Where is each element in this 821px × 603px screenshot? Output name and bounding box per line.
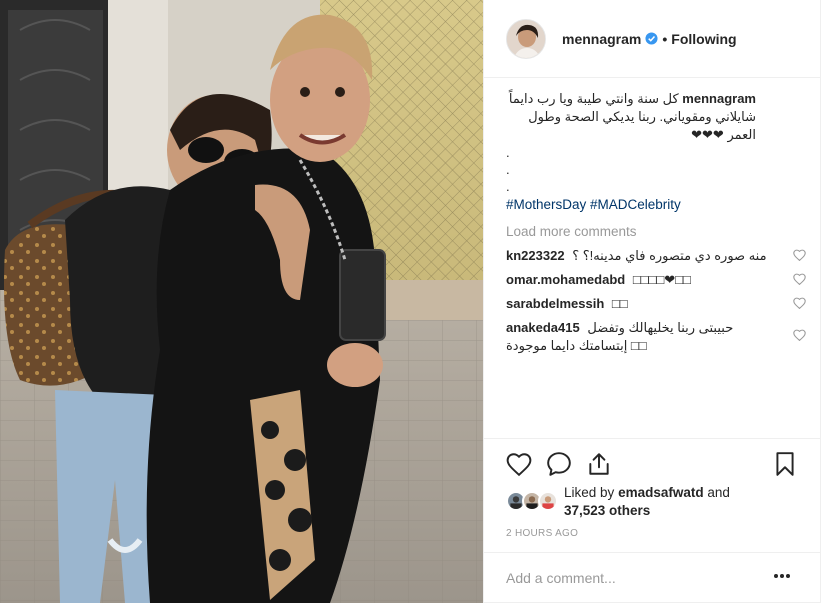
add-comment-input[interactable] [506, 570, 756, 586]
liked-by-others[interactable]: 37,523 others [564, 503, 650, 518]
comment-text: □□ [611, 296, 628, 311]
instagram-post: mennagram • Following mennagram كل سنة و… [0, 0, 821, 603]
caption-text-block: mennagram كل سنة وانتي طيبة ويا رب دايما… [506, 90, 756, 144]
post-timestamp[interactable]: 2 HOURS AGO [506, 528, 578, 539]
bookmark-icon[interactable] [772, 451, 798, 477]
comment-username[interactable]: omar.mohamedabd [506, 272, 625, 287]
header-username[interactable]: mennagram [562, 31, 641, 47]
caption-dot-1: . [506, 145, 510, 160]
caption-dot-3: . [506, 179, 510, 194]
caption-username[interactable]: mennagram [682, 91, 756, 106]
following-button[interactable]: Following [671, 31, 736, 47]
caption-hearts: ❤❤❤ [691, 127, 724, 142]
liker-avatar-3[interactable] [538, 491, 558, 511]
comment-username[interactable]: kn223322 [506, 248, 565, 263]
photo-illustration [0, 0, 483, 603]
liked-by-username[interactable]: emadsafwatd [618, 485, 704, 500]
comment-bubble-icon[interactable] [546, 451, 572, 477]
verified-badge-icon [645, 32, 658, 45]
liked-avatars [506, 491, 560, 513]
avatar[interactable] [506, 18, 546, 59]
post-photo[interactable] [0, 0, 483, 603]
comment-text-block: omar.mohamedabd □□□□❤□□ [506, 271, 776, 289]
share-icon[interactable] [586, 451, 612, 477]
heart-outline-icon[interactable] [506, 451, 532, 477]
comment-row: kn223322 منه صوره دي متصوره فاي مدينه!؟ … [506, 247, 806, 265]
post-side-panel: mennagram • Following mennagram كل سنة و… [483, 0, 821, 603]
add-comment-bar [484, 552, 821, 603]
comment-text-block: kn223322 منه صوره دي متصوره فاي مدينه!؟ … [506, 247, 776, 265]
caption: mennagram كل سنة وانتي طيبة ويا رب دايما… [506, 90, 806, 215]
comment-row: sarabdelmessih □□ [506, 295, 806, 313]
caption-hashtags[interactable]: #MothersDay #MADCelebrity [506, 195, 806, 215]
comment-like-icon[interactable] [793, 297, 806, 309]
comment-row: anakeda415 حبيبتى ربنا يخليهالك وتفضل إب… [506, 319, 806, 355]
liked-by-prefix: Liked by [564, 485, 615, 500]
liked-by-text: Liked by emadsafwatd and 37,523 others [564, 484, 764, 520]
comment-text: □□□□❤□□ [632, 272, 691, 287]
more-options-icon[interactable] [773, 573, 791, 579]
comment-like-icon[interactable] [793, 273, 806, 285]
liked-by-and: and [707, 485, 730, 500]
comment-text-block: anakeda415 حبيبتى ربنا يخليهالك وتفضل إب… [506, 319, 776, 355]
liked-by: Liked by emadsafwatd and 37,523 others [506, 484, 764, 520]
load-more-comments-link[interactable]: Load more comments [506, 223, 806, 241]
header-separator: • [662, 30, 668, 47]
avatar-image [507, 19, 545, 58]
comment-text-block: sarabdelmessih □□ [506, 295, 776, 313]
caption-dot-2: . [506, 162, 510, 177]
action-bar [484, 438, 821, 488]
comment-username[interactable]: anakeda415 [506, 320, 580, 335]
post-header: mennagram • Following [484, 0, 821, 78]
comment-row: omar.mohamedabd □□□□❤□□ [506, 271, 806, 289]
comments-section: mennagram كل سنة وانتي طيبة ويا رب دايما… [506, 90, 806, 355]
comment-like-icon[interactable] [793, 249, 806, 261]
comment-like-icon[interactable] [793, 329, 806, 341]
comment-username[interactable]: sarabdelmessih [506, 296, 604, 311]
comment-text: منه صوره دي متصوره فاي مدينه!؟ ؟ [572, 248, 767, 263]
